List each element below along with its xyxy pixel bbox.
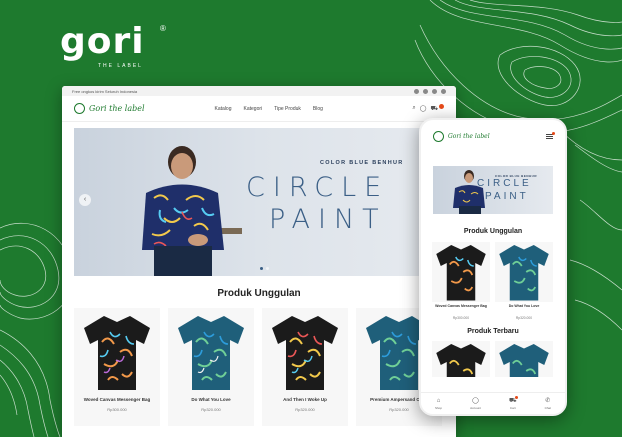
product-price: Rp300.000	[107, 407, 127, 412]
shirt-image	[178, 316, 244, 390]
logo-tagline: THE LABEL	[98, 63, 143, 69]
mobile-hero-title-line1: CIRCLE	[477, 178, 532, 189]
section-title-unggulan: Produk Unggulan	[217, 288, 301, 299]
carousel-prev-button[interactable]: ‹	[79, 194, 91, 206]
hero-subtitle: COLOR BLUE BENHUR	[320, 160, 404, 166]
shirt-image	[84, 316, 150, 390]
mobile-product-card[interactable]	[495, 341, 553, 377]
carousel-dots	[260, 267, 269, 270]
menu-item-kategori[interactable]: Kategori	[244, 106, 263, 112]
logo-circle-icon	[433, 130, 444, 142]
mobile-product-grid: Woved Canvas Messenger Bag Rp300.000 Do …	[421, 242, 565, 320]
product-price: Rp320.000	[295, 407, 315, 412]
product-card[interactable]: Do What You Love Rp320.000	[168, 308, 254, 426]
user-icon[interactable]: ◯	[420, 105, 427, 112]
shipping-banner: Free ongkos kirim Seluruh Indonesia	[72, 88, 138, 94]
desktop-topbar: Free ongkos kirim Seluruh Indonesia	[62, 86, 456, 96]
cart-icon[interactable]: ⛟	[430, 105, 438, 113]
hamburger-menu-icon[interactable]	[546, 131, 555, 139]
product-name: Do What You Love	[508, 304, 540, 308]
registered-mark: ®	[160, 24, 166, 33]
desktop-mockup: Free ongkos kirim Seluruh Indonesia Gori…	[62, 86, 456, 437]
account-icon: ◯	[472, 397, 479, 404]
bottom-tab-label: Account	[470, 405, 481, 410]
cart-badge	[514, 395, 518, 399]
product-card[interactable]: And Then I Woke Up Rp320.000	[262, 308, 348, 426]
menu-item-tipe-produk[interactable]: Tipe Produk	[274, 106, 301, 112]
desktop-navbar: Gori the label Katalog Kategori Tipe Pro…	[62, 96, 456, 122]
logo-wordmark: gori	[60, 21, 145, 62]
tiktok-icon[interactable]	[441, 88, 446, 94]
main-menu: Katalog Kategori Tipe Produk Blog	[215, 106, 323, 112]
model-figure	[142, 146, 242, 276]
product-price: Rp320.000	[201, 407, 221, 412]
mobile-hero-title-line2: PAINT	[485, 191, 529, 202]
bottom-tab-account[interactable]: ◯ Account	[470, 398, 481, 410]
mobile-site-logo[interactable]: Gori the label	[433, 130, 490, 142]
menu-notification-dot	[552, 131, 555, 135]
hero-title-line1: CIRCLE	[246, 172, 390, 203]
shop-icon: ⌂	[436, 397, 441, 404]
mobile-section-title-unggulan: Produk Unggulan	[463, 228, 523, 235]
cart-icon: ⛟	[508, 397, 517, 404]
bottom-tab-chat[interactable]: ✆ Chat	[545, 398, 551, 410]
product-name: And Then I Woke Up	[283, 397, 327, 402]
mobile-navbar: Gori the label	[421, 120, 565, 152]
site-logo[interactable]: Gori the label	[74, 103, 145, 114]
shirt-image	[272, 316, 338, 390]
mobile-product-card[interactable]: Do What You Love Rp320.000	[495, 242, 553, 320]
shirt-image	[436, 344, 486, 377]
mobile-new-product-grid	[421, 341, 565, 377]
model-figure	[453, 170, 485, 214]
carousel-dot[interactable]	[266, 267, 269, 270]
hero-banner[interactable]: COLOR BLUE BENHUR CIRCLE PAINT ‹	[74, 128, 444, 276]
mobile-hero-banner[interactable]: COLOR BLUE BENHUR CIRCLE PAINT	[433, 166, 553, 214]
instagram-icon[interactable]	[423, 88, 428, 94]
hero-title-line2: PAINT	[269, 204, 387, 235]
product-name: Woved Canvas Messenger Bag	[83, 397, 151, 402]
product-grid: Woved Canvas Messenger Bag Rp300.000 Do …	[62, 308, 456, 426]
carousel-dot[interactable]	[260, 267, 263, 270]
chat-icon: ✆	[545, 397, 551, 404]
facebook-icon[interactable]	[414, 88, 419, 94]
youtube-icon[interactable]	[432, 88, 437, 94]
product-name: Woved Canvas Messenger Bag	[435, 304, 487, 308]
mobile-bottom-nav: ⌂ Shop ◯ Account ⛟ Cart ✆ Chat	[421, 392, 565, 414]
bottom-tab-label: Chat	[544, 405, 551, 410]
menu-item-katalog[interactable]: Katalog	[215, 106, 232, 112]
shirt-image	[436, 245, 486, 301]
product-price: Rp300.000	[452, 316, 470, 320]
shirt-image	[499, 344, 549, 377]
bottom-tab-shop[interactable]: ⌂ Shop	[435, 398, 442, 410]
product-name: Do What You Love	[191, 397, 231, 402]
logo-script-text: Gori the label	[89, 104, 145, 113]
social-links	[414, 88, 446, 94]
product-price: Rp320.000	[515, 316, 533, 320]
gori-logo: gori ® THE LABEL	[60, 22, 170, 74]
mobile-product-card[interactable]	[432, 341, 490, 377]
cart-badge	[439, 104, 444, 109]
menu-item-blog[interactable]: Blog	[313, 106, 323, 112]
logo-circle-icon	[74, 103, 85, 114]
nav-icons: ⌕ ◯ ⛟	[412, 104, 444, 113]
mobile-mockup: Gori the label COLOR BLUE BENHUR CIRCLE …	[419, 118, 567, 416]
search-icon[interactable]: ⌕	[412, 105, 415, 112]
mobile-product-card[interactable]: Woved Canvas Messenger Bag Rp300.000	[432, 242, 490, 320]
shirt-image	[499, 245, 549, 301]
bottom-tab-label: Cart	[509, 405, 516, 410]
product-card[interactable]: Woved Canvas Messenger Bag Rp300.000	[74, 308, 160, 426]
bottom-tab-cart[interactable]: ⛟ Cart	[508, 395, 518, 410]
mobile-section-title-terbaru: Produk Terbaru	[467, 328, 519, 335]
bottom-tab-label: Shop	[435, 405, 443, 410]
logo-script-text: Gori the label	[448, 132, 490, 140]
